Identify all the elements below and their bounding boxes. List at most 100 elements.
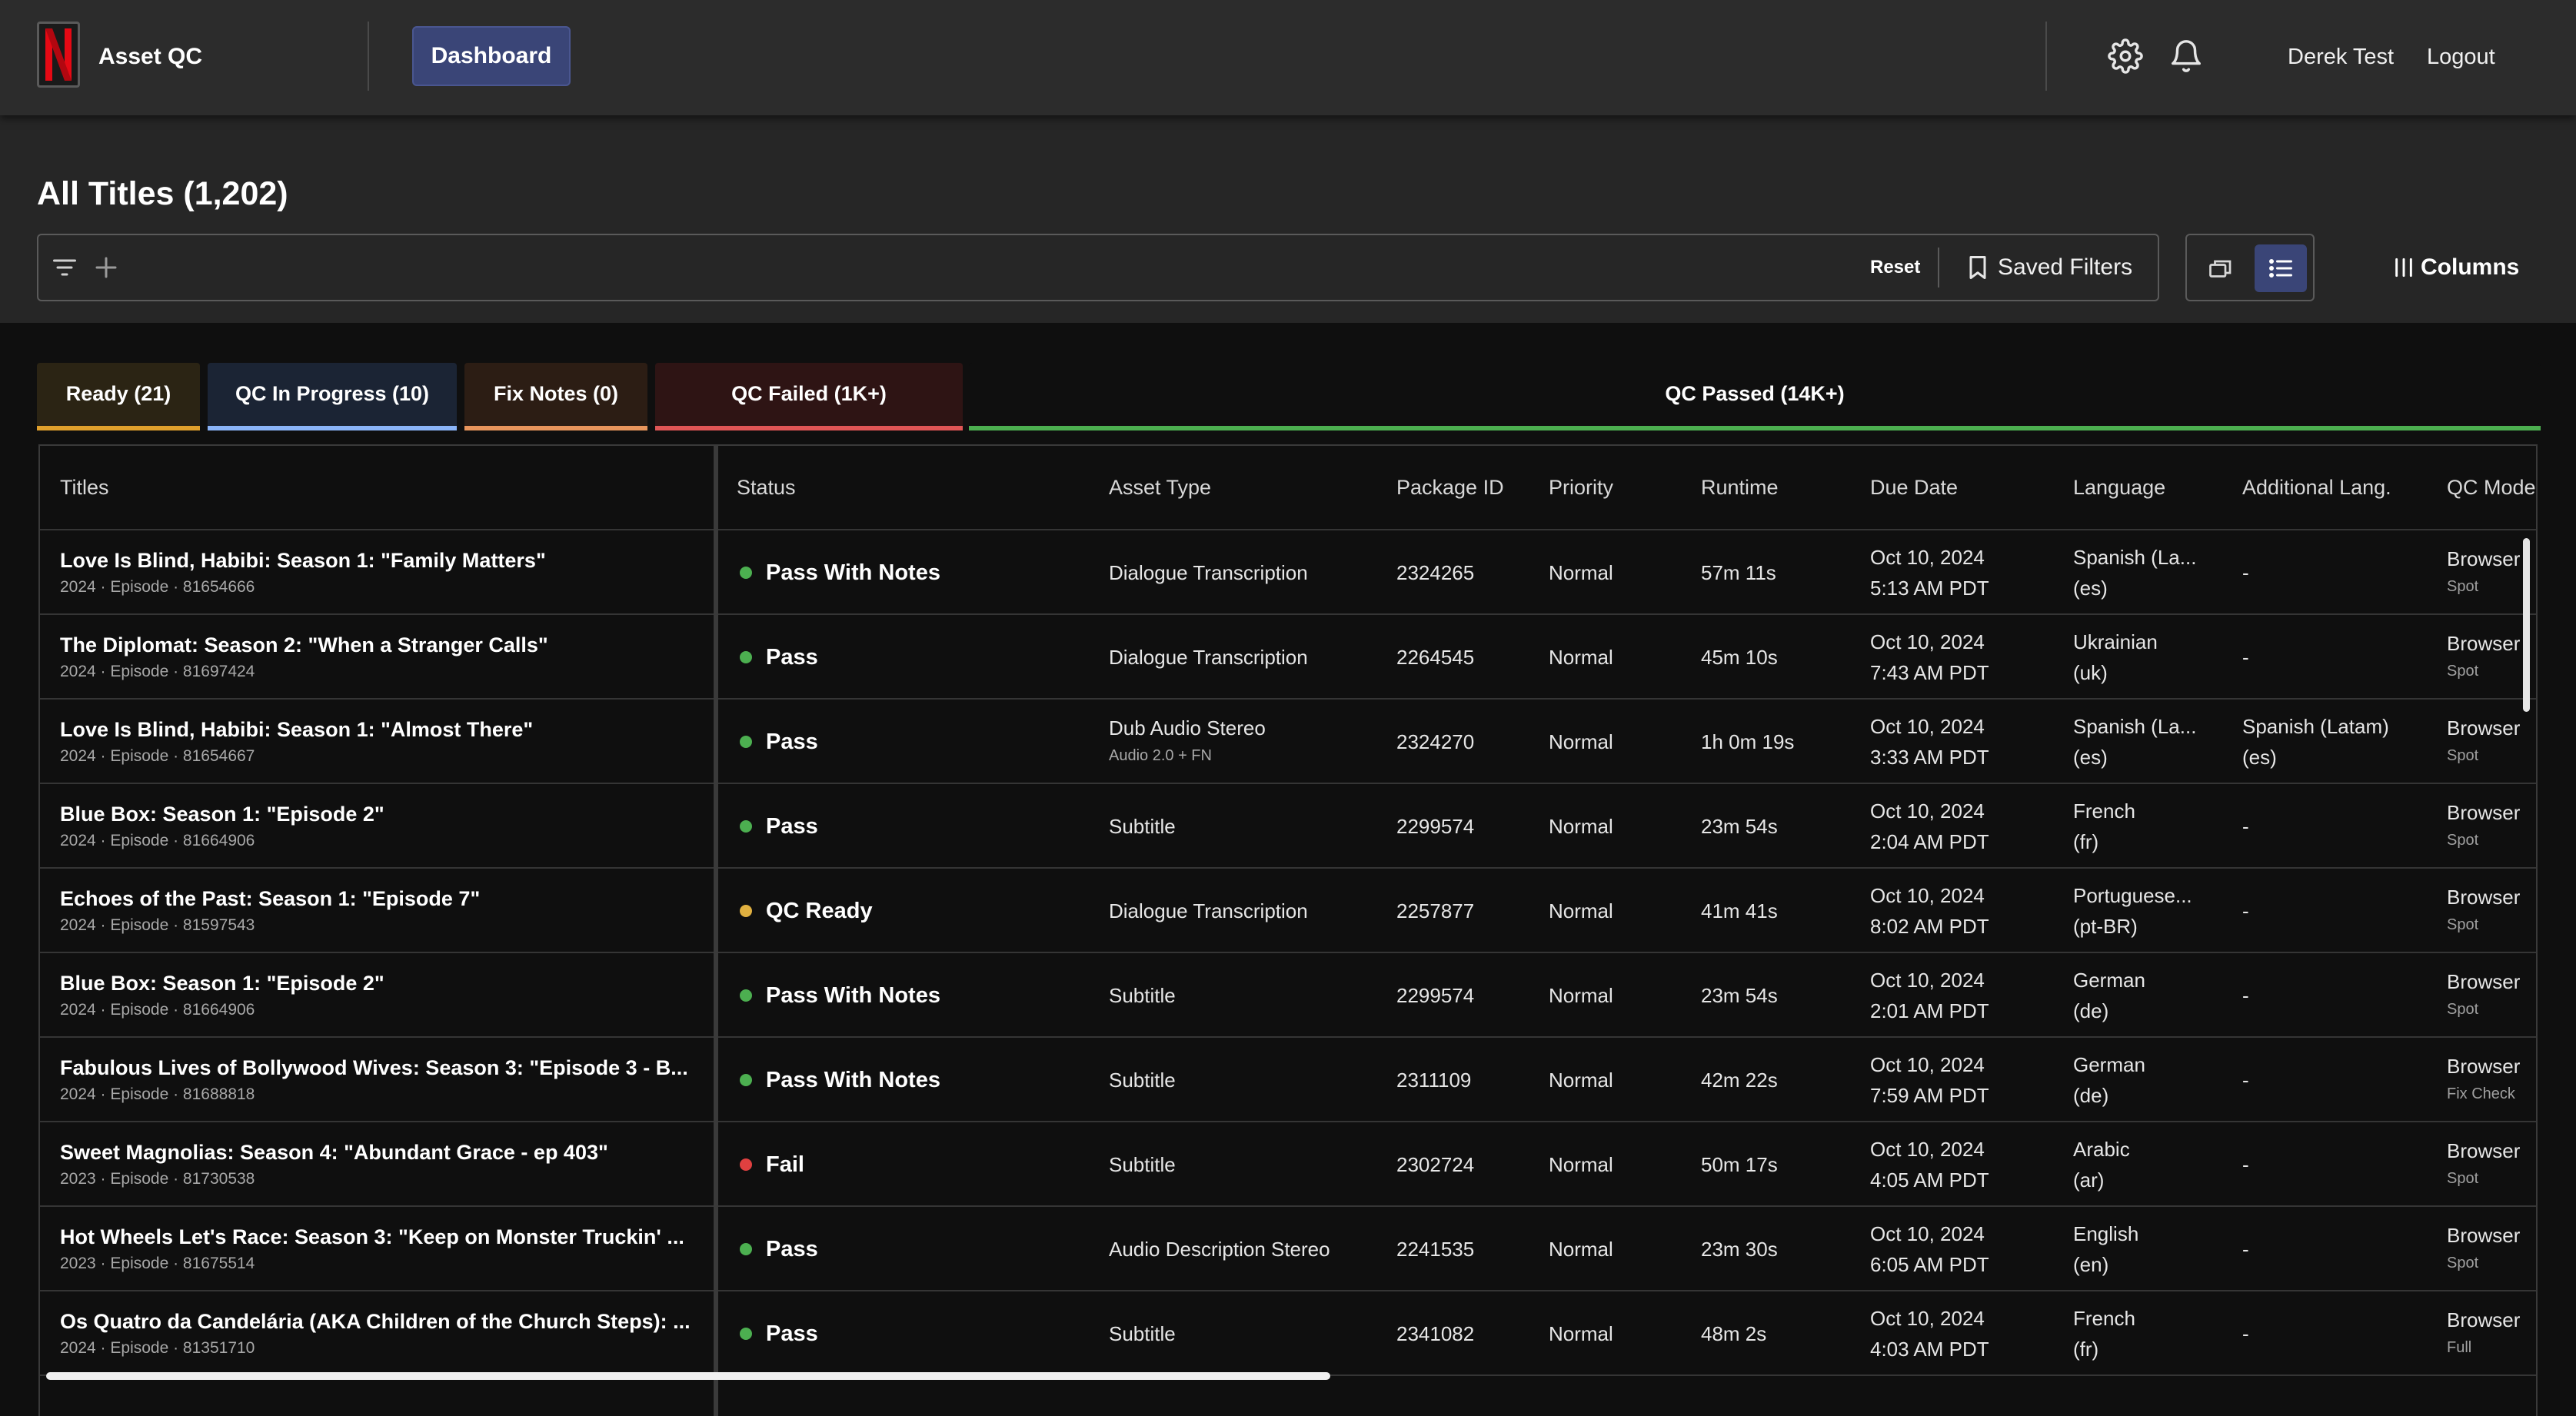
additional-language: - <box>2242 899 2249 922</box>
language: English <box>2073 1222 2139 1245</box>
due-time: 4:03 AM PDT <box>1870 1338 1989 1361</box>
column-header-priority[interactable]: Priority <box>1549 446 1695 529</box>
filter-bar[interactable]: Reset Saved Filters <box>37 234 2159 301</box>
priority: Normal <box>1549 1238 1613 1261</box>
column-header-due-date[interactable]: Due Date <box>1870 446 2062 529</box>
row-subtitle: 2024 · Episode · 81688818 <box>60 1085 255 1103</box>
tab-ready[interactable]: Ready (21) <box>37 363 200 430</box>
package-id: 2241535 <box>1396 1238 1475 1261</box>
additional-language-code: (es) <box>2242 746 2277 769</box>
language-code: (de) <box>2073 999 2109 1022</box>
status-dot <box>740 736 752 748</box>
filter-divider <box>1938 248 1939 288</box>
table-row[interactable]: Love Is Blind, Habibi: Season 1: "Family… <box>40 530 2536 615</box>
due-date: Oct 10, 2024 <box>1870 1138 1985 1161</box>
column-header-titles[interactable]: Titles <box>60 446 706 529</box>
table-row[interactable]: Love Is Blind, Habibi: Season 1: "Almost… <box>40 700 2536 784</box>
row-title[interactable]: Os Quatro da Candelária (AKA Children of… <box>60 1308 691 1335</box>
due-date: Oct 10, 2024 <box>1870 546 1985 569</box>
asset-type: Dialogue Transcription <box>1109 646 1308 669</box>
horizontal-scrollbar[interactable] <box>46 1372 1330 1380</box>
qc-mode-detail: Spot <box>2447 916 2479 933</box>
reset-button[interactable]: Reset <box>1870 252 1920 283</box>
package-id: 2311109 <box>1396 1069 1472 1092</box>
vertical-scrollbar[interactable] <box>2523 538 2530 712</box>
app-title: Asset QC <box>98 44 203 69</box>
column-header-runtime[interactable]: Runtime <box>1701 446 1862 529</box>
priority: Normal <box>1549 1153 1613 1176</box>
status-dot <box>740 567 752 579</box>
language: Spanish (La... <box>2073 715 2197 738</box>
table-row[interactable]: Hot Wheels Let's Race: Season 3: "Keep o… <box>40 1207 2536 1291</box>
table-row[interactable]: Echoes of the Past: Season 1: "Episode 7… <box>40 869 2536 953</box>
status-dot <box>740 1328 752 1340</box>
row-title[interactable]: The Diplomat: Season 2: "When a Stranger… <box>60 632 548 658</box>
table-row[interactable]: Os Quatro da Candelária (AKA Children of… <box>40 1291 2536 1376</box>
table-row[interactable]: Blue Box: Season 1: "Episode 2" 2024 · Ep… <box>40 953 2536 1038</box>
row-title[interactable]: Love Is Blind, Habibi: Season 1: "Family… <box>60 547 546 573</box>
additional-language: - <box>2242 561 2249 584</box>
additional-language: - <box>2242 1322 2249 1345</box>
language-code: (fr) <box>2073 830 2099 853</box>
asset-type: Subtitle <box>1109 1069 1176 1092</box>
table-row[interactable]: The Diplomat: Season 2: "When a Stranger… <box>40 615 2536 700</box>
row-title[interactable]: Love Is Blind, Habibi: Season 1: "Almost… <box>60 716 533 743</box>
table-row[interactable]: Blue Box: Season 1: "Episode 2" 2024 · Ep… <box>40 784 2536 869</box>
column-header-package-id[interactable]: Package ID <box>1396 446 1543 529</box>
stacked-cards-icon <box>2209 260 2232 278</box>
additional-language: Spanish (Latam) <box>2242 715 2389 738</box>
asset-type: Subtitle <box>1109 815 1176 838</box>
row-subtitle: 2024 · Episode · 81597543 <box>60 916 255 934</box>
bell-icon[interactable] <box>2168 38 2204 74</box>
table-row[interactable]: Fabulous Lives of Bollywood Wives: Seaso… <box>40 1038 2536 1122</box>
column-header-qc-mode[interactable]: QC Mode <box>2447 446 2536 529</box>
qc-mode-detail: Spot <box>2447 578 2479 595</box>
view-toggle[interactable] <box>2185 234 2315 301</box>
row-title[interactable]: Sweet Magnolias: Season 4: "Abundant Gra… <box>60 1139 608 1165</box>
bookmark-icon <box>1969 256 1986 279</box>
column-header-additional-lang[interactable]: Additional Lang. <box>2242 446 2442 529</box>
gear-icon[interactable] <box>2108 38 2143 74</box>
row-title[interactable]: Blue Box: Season 1: "Episode 2" <box>60 801 384 827</box>
package-id: 2302724 <box>1396 1153 1475 1176</box>
status-label: Pass <box>766 730 818 754</box>
row-title[interactable]: Blue Box: Season 1: "Episode 2" <box>60 970 384 996</box>
column-header-status[interactable]: Status <box>737 446 1090 529</box>
qc-mode-detail: Spot <box>2447 747 2479 764</box>
qc-mode: Browser <box>2447 1139 2521 1162</box>
row-title[interactable]: Hot Wheels Let's Race: Season 3: "Keep o… <box>60 1224 684 1250</box>
filter-icon[interactable] <box>51 254 78 285</box>
status-dot <box>740 651 752 663</box>
runtime: 57m 11s <box>1701 561 1776 584</box>
netflix-logo[interactable] <box>37 22 80 88</box>
status-label: Pass With Notes <box>766 560 940 585</box>
dashboard-button[interactable]: Dashboard <box>412 26 571 86</box>
priority: Normal <box>1549 899 1613 922</box>
list-view-button[interactable] <box>2255 244 2307 292</box>
tab-qc-passed[interactable]: QC Passed (14K+) <box>969 363 2541 430</box>
user-name[interactable]: Derek Test <box>2288 40 2394 74</box>
additional-language: - <box>2242 1069 2249 1092</box>
language-code: (ar) <box>2073 1168 2105 1192</box>
table-header-row: Titles Status Asset Type Package ID Prio… <box>40 446 2536 530</box>
due-date: Oct 10, 2024 <box>1870 630 1985 653</box>
due-date: Oct 10, 2024 <box>1870 715 1985 738</box>
tab-qc-failed[interactable]: QC Failed (1K+) <box>655 363 963 430</box>
row-subtitle: 2024 · Episode · 81654666 <box>60 578 255 596</box>
package-id: 2257877 <box>1396 899 1475 922</box>
column-header-asset-type[interactable]: Asset Type <box>1109 446 1378 529</box>
table-row[interactable]: Sweet Magnolias: Season 4: "Abundant Gra… <box>40 1122 2536 1207</box>
row-title[interactable]: Fabulous Lives of Bollywood Wives: Seaso… <box>60 1055 688 1081</box>
row-title[interactable]: Echoes of the Past: Season 1: "Episode 7… <box>60 886 480 912</box>
column-header-language[interactable]: Language <box>2073 446 2235 529</box>
row-subtitle: 2024 · Episode · 81664906 <box>60 832 255 849</box>
qc-mode: Browser <box>2447 1308 2521 1331</box>
tab-fix-notes[interactable]: Fix Notes (0) <box>464 363 647 430</box>
add-filter-icon[interactable] <box>92 254 120 285</box>
asset-type: Subtitle <box>1109 1153 1176 1176</box>
tab-qc-in-progress[interactable]: QC In Progress (10) <box>208 363 457 430</box>
status-label: Pass <box>766 645 818 670</box>
asset-type: Dub Audio Stereo <box>1109 716 1266 740</box>
logout-link[interactable]: Logout <box>2427 40 2495 74</box>
card-view-button[interactable] <box>2195 244 2247 292</box>
